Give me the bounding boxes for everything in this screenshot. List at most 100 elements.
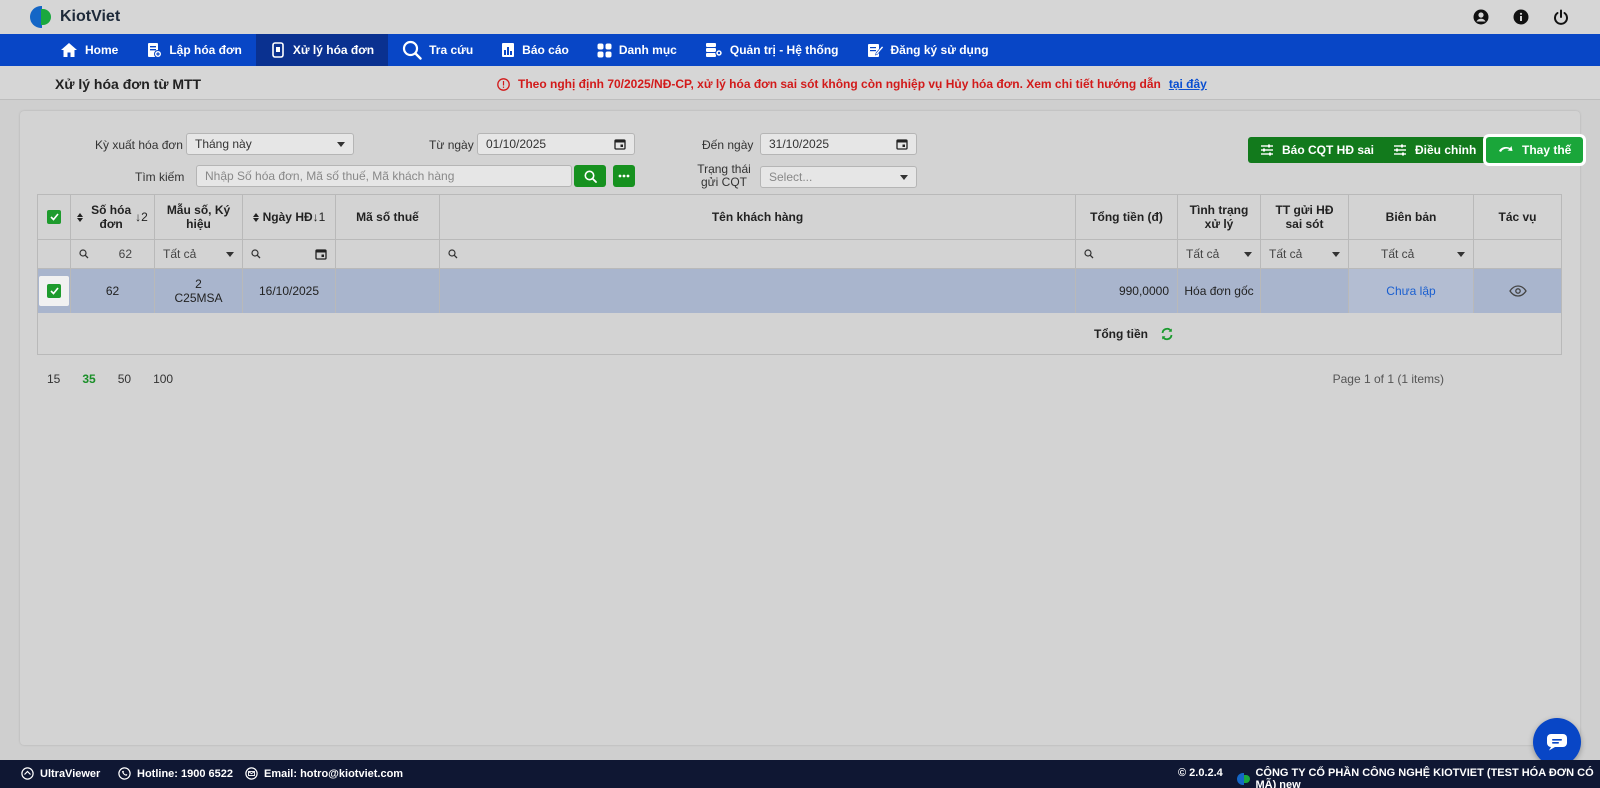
nav-item-home[interactable]: Home xyxy=(46,34,132,66)
nav-item-label: Quản trị - Hệ thống xyxy=(729,43,839,57)
col-template[interactable]: Mẫu số, Ký hiệu xyxy=(155,195,243,239)
filter-customer[interactable] xyxy=(440,240,1076,268)
info-icon[interactable] xyxy=(1512,8,1530,26)
nav-item-label: Đăng ký sử dụng xyxy=(890,43,989,57)
invoice-process-icon xyxy=(272,42,284,58)
chevron-down-icon xyxy=(900,174,908,180)
user-circle-icon[interactable] xyxy=(1472,8,1490,26)
hotline-label: Hotline: 1900 6522 xyxy=(137,767,233,780)
kiotviet-logo[interactable]: KiotViet xyxy=(28,5,120,29)
filter-tax-code[interactable] xyxy=(336,240,440,268)
email[interactable]: Email: hotro@kiotviet.com xyxy=(245,767,403,780)
page-size-option[interactable]: 15 xyxy=(47,372,60,386)
hotline[interactable]: Hotline: 1900 6522 xyxy=(118,767,233,780)
filter-status-select[interactable]: Tất cả xyxy=(1178,240,1261,268)
nav-item-catalog[interactable]: Danh mục xyxy=(583,34,691,66)
cell-template-no: 2 xyxy=(195,277,202,291)
col-status[interactable]: Tình trạng xử lý xyxy=(1178,195,1261,239)
main-nav: Home Lập hóa đơn Xử lý hóa đơn Tra cứu B… xyxy=(0,34,1600,66)
search-label: Tìm kiếm xyxy=(135,170,185,184)
from-date-value: 01/10/2025 xyxy=(486,137,547,151)
col-actions-label: Tác vụ xyxy=(1498,210,1537,224)
kiotviet-logo-small-icon xyxy=(1237,772,1250,786)
col-date-label: Ngày HĐ xyxy=(262,210,313,224)
select-all-checkbox-cell[interactable] xyxy=(38,195,71,239)
col-tax-code[interactable]: Mã số thuế xyxy=(336,195,440,239)
status-placeholder: Select... xyxy=(769,170,813,184)
minutes-link[interactable]: Chưa lập xyxy=(1386,284,1435,298)
calendar-icon[interactable] xyxy=(315,248,327,260)
page-size-option[interactable]: 100 xyxy=(153,372,173,386)
col-invoice-no[interactable]: Số hóa đơn ↓ 2 xyxy=(71,195,155,239)
check-icon xyxy=(49,213,59,221)
select-all-checkbox[interactable] xyxy=(47,210,61,224)
table-row[interactable]: 62 2 C25MSA 16/10/2025 990,0000 Hóa đơn … xyxy=(38,269,1561,313)
filter-minutes-value: Tất cả xyxy=(1381,247,1415,261)
power-icon[interactable] xyxy=(1552,8,1570,26)
table-total-row: Tổng tiền xyxy=(38,313,1561,354)
nav-item-lookup[interactable]: Tra cứu xyxy=(388,34,487,66)
ultraviewer-link[interactable]: UltraViewer xyxy=(21,767,100,780)
page-info: Page 1 of 1 (1 items) xyxy=(1332,372,1444,386)
nav-item-reports[interactable]: Báo cáo xyxy=(487,34,583,66)
period-label: Kỳ xuất hóa đơn xyxy=(95,138,183,152)
register-icon xyxy=(867,44,884,57)
period-select[interactable]: Tháng này xyxy=(186,133,354,155)
filter-total[interactable] xyxy=(1076,240,1178,268)
search-button[interactable] xyxy=(574,165,606,187)
refresh-icon[interactable] xyxy=(1160,327,1174,341)
ultraviewer-icon xyxy=(21,767,34,780)
filter-minutes-select[interactable]: Tất cả xyxy=(1349,240,1474,268)
report-icon xyxy=(502,43,515,57)
filter-invoice-no[interactable]: 62 xyxy=(71,240,155,268)
page-size-option[interactable]: 50 xyxy=(118,372,131,386)
filter-template-value: Tất cả xyxy=(163,247,197,261)
to-date-label: Đến ngày xyxy=(702,138,754,152)
nav-item-admin[interactable]: Quản trị - Hệ thống xyxy=(691,34,853,66)
page-size-option-active[interactable]: 35 xyxy=(82,372,95,386)
kiotviet-logo-icon xyxy=(28,5,54,29)
footer: UltraViewer Hotline: 1900 6522 Email: ho… xyxy=(0,760,1600,788)
filter-date[interactable] xyxy=(243,240,336,268)
col-total-label: Tổng tiền (đ) xyxy=(1090,210,1163,224)
total-label: Tổng tiền xyxy=(1094,326,1148,341)
col-customer[interactable]: Tên khách hàng xyxy=(440,195,1076,239)
nav-item-create-invoice[interactable]: Lập hóa đơn xyxy=(132,34,256,66)
row-checkbox[interactable] xyxy=(47,284,61,298)
status-select[interactable]: Select... xyxy=(760,166,917,188)
col-date[interactable]: Ngày HĐ ↓ 1 xyxy=(243,195,336,239)
period-value: Tháng này xyxy=(195,137,252,151)
filter-template-select[interactable]: Tất cả xyxy=(155,240,243,268)
report-wrong-invoice-button[interactable]: Báo CQT HĐ sai xyxy=(1248,137,1387,163)
notice-link[interactable]: tại đây xyxy=(1169,77,1207,91)
more-filters-button[interactable] xyxy=(613,165,635,187)
col-invoice-no-label: Số hóa đơn xyxy=(91,203,132,231)
filter-empty xyxy=(38,240,71,268)
calendar-icon[interactable] xyxy=(614,138,626,150)
from-date-field[interactable]: 01/10/2025 xyxy=(477,133,635,155)
col-invoice-no-sort-order: 2 xyxy=(141,210,148,224)
search-icon xyxy=(403,40,422,60)
nav-item-label: Xử lý hóa đơn xyxy=(292,43,375,57)
chat-button[interactable] xyxy=(1533,718,1581,766)
adjust-button[interactable]: Điều chỉnh xyxy=(1381,137,1489,163)
eye-icon[interactable] xyxy=(1508,285,1527,297)
replace-label: Thay thế xyxy=(1522,143,1572,157)
invoice-create-icon xyxy=(148,43,163,58)
col-total[interactable]: Tổng tiền (đ) xyxy=(1076,195,1178,239)
search-input[interactable]: Nhập Số hóa đơn, Mã số thuế, Mã khách hà… xyxy=(196,165,572,187)
calendar-icon[interactable] xyxy=(896,138,908,150)
col-tt-send[interactable]: TT gửi HĐ sai sót xyxy=(1261,195,1349,239)
filter-tt-send-select[interactable]: Tất cả xyxy=(1261,240,1349,268)
cell-template-symbol: C25MSA xyxy=(174,291,223,305)
nav-item-register[interactable]: Đăng ký sử dụng xyxy=(853,34,1003,66)
replace-button[interactable]: Thay thế xyxy=(1482,134,1587,166)
email-icon xyxy=(245,767,258,780)
company-label: CÔNG TY CỔ PHẦN CÔNG NGHỆ KIOTVIET (TEST… xyxy=(1255,767,1594,788)
nav-item-process-invoice[interactable]: Xử lý hóa đơn xyxy=(255,34,389,66)
phone-icon xyxy=(118,767,131,780)
cell-tax-code xyxy=(336,269,440,313)
row-checkbox-cell[interactable] xyxy=(38,269,71,313)
col-minutes[interactable]: Biên bản xyxy=(1349,195,1474,239)
to-date-field[interactable]: 31/10/2025 xyxy=(760,133,917,155)
